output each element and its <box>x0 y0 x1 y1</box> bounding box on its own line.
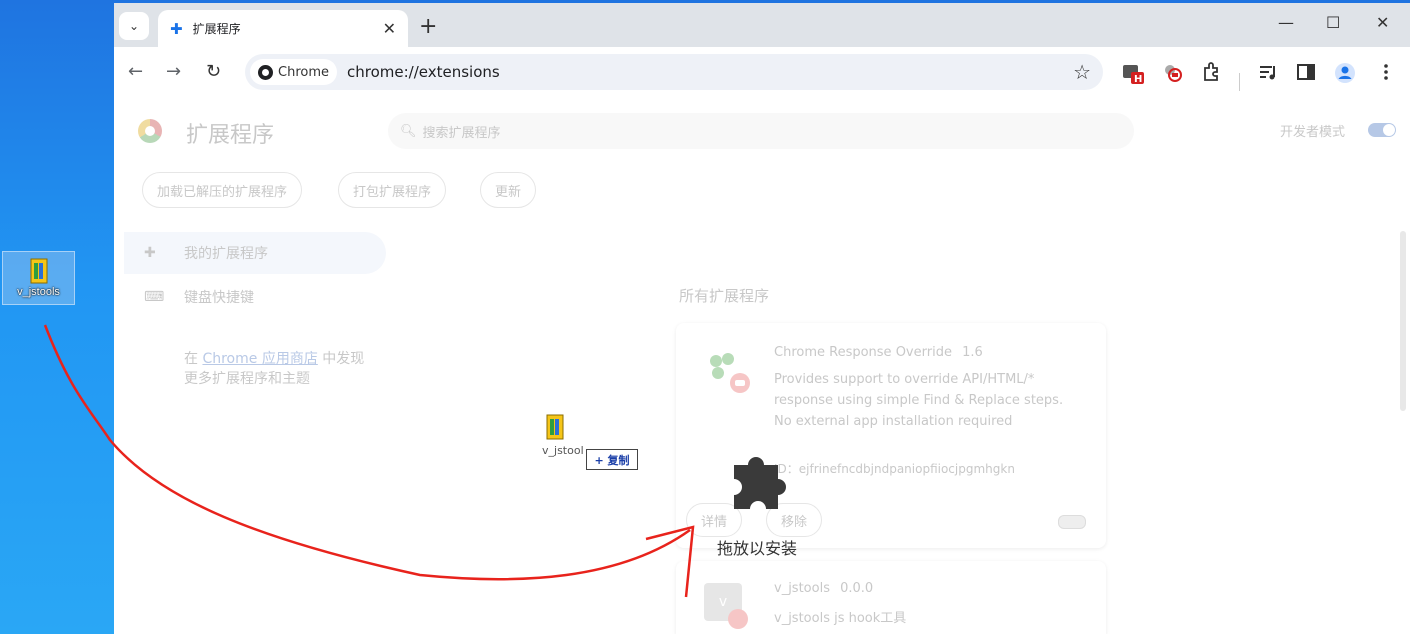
extension-override-icon[interactable] <box>1162 62 1182 82</box>
profile-icon[interactable] <box>1334 62 1355 83</box>
extension-description: Provides support to override API/HTML/* … <box>774 372 1064 429</box>
chrome-logo-icon <box>258 64 273 80</box>
search-icon: 🔍︎ <box>400 123 417 139</box>
extension-search-input[interactable]: 🔍︎ 搜索扩展程序 <box>388 113 1134 149</box>
forward-button[interactable]: → <box>166 61 181 82</box>
site-chip-label: Chrome <box>278 64 329 80</box>
site-info-chip[interactable]: Chrome <box>250 59 337 85</box>
pack-extension-button[interactable]: 打包扩展程序 <box>338 172 447 208</box>
search-placeholder: 搜索扩展程序 <box>422 125 501 141</box>
extension-description: v_jstools js hook工具 <box>774 611 907 626</box>
tab-title: 扩展程序 <box>192 22 241 36</box>
maximize-button[interactable]: ☐ <box>1326 13 1340 32</box>
extension-card: v v_jstools 0.0.0 v_jstools js hook工具 <box>676 561 1106 634</box>
menu-icon[interactable] <box>1376 62 1396 82</box>
folder-icon <box>546 414 564 440</box>
back-button[interactable]: ← <box>128 61 143 82</box>
puzzle-icon: ✚ <box>170 19 183 38</box>
omnibox[interactable]: Chrome chrome://extensions ☆ <box>245 54 1103 90</box>
desktop-icon-label: v_jstools <box>17 286 60 298</box>
sidebar-item-shortcuts[interactable]: ⌨ 键盘快捷键 <box>124 276 386 318</box>
puzzle-icon: ✚ <box>144 245 156 261</box>
new-tab-button[interactable]: + <box>419 14 437 39</box>
tab-extensions[interactable]: ✚ 扩展程序 ✕ <box>158 10 408 47</box>
chrome-logo-icon <box>138 119 162 143</box>
toolbar-divider <box>1239 73 1240 91</box>
drag-ghost: v_jstool <box>542 413 584 457</box>
drop-to-install-label: 拖放以安装 <box>717 539 798 558</box>
extensions-puzzle-icon[interactable] <box>1202 62 1222 82</box>
drag-ghost-label: v_jstool <box>542 444 584 457</box>
extension-id: ID：ejfrinefncdbjndpaniopfiiocjpgmhgkn <box>774 462 1015 476</box>
url-text[interactable]: chrome://extensions <box>347 63 500 81</box>
badge-icon <box>728 609 748 629</box>
load-unpacked-button[interactable]: 加载已解压的扩展程序 <box>142 172 303 208</box>
extension-version: 1.6 <box>962 345 983 360</box>
extension-enable-toggle[interactable] <box>1058 515 1086 529</box>
store-prefix: 在 <box>184 351 203 367</box>
update-button[interactable]: 更新 <box>480 172 537 208</box>
sidebar-item-my-extensions[interactable]: ✚ 我的扩展程序 <box>124 232 386 274</box>
desktop-icon-v-jstools[interactable]: v_jstools <box>2 251 75 305</box>
extension-logo-icon <box>704 349 750 393</box>
tab-search-button[interactable]: ⌄ <box>119 12 149 40</box>
close-window-button[interactable]: ✕ <box>1376 13 1389 32</box>
media-control-icon[interactable] <box>1258 62 1278 82</box>
bookmark-star-icon[interactable]: ☆ <box>1073 60 1091 84</box>
drop-puzzle-icon <box>728 449 794 526</box>
copy-badge: + 复制 <box>586 449 638 470</box>
store-line2: 更多扩展程序和主题 <box>184 371 310 387</box>
page-title: 扩展程序 <box>186 123 275 148</box>
extension-version: 0.0.0 <box>840 581 874 596</box>
sidebar-item-label: 键盘快捷键 <box>184 290 254 306</box>
tab-close-icon[interactable]: ✕ <box>383 19 396 38</box>
store-promo: 在 Chrome 应用商店 中发现 更多扩展程序和主题 <box>184 349 364 389</box>
sidebar-item-label: 我的扩展程序 <box>184 246 268 262</box>
reload-button[interactable]: ↻ <box>206 61 221 82</box>
store-suffix: 中发现 <box>317 351 365 367</box>
tab-strip: ⌄ ✚ 扩展程序 ✕ + — ☐ ✕ <box>114 3 1410 47</box>
extension-name-row: v_jstools 0.0.0 <box>774 581 873 596</box>
web-store-link[interactable]: Chrome 应用商店 <box>202 351 317 367</box>
toolbar: ← → ↻ Chrome chrome://extensions ☆ H <box>114 47 1410 99</box>
extension-h-icon[interactable]: H <box>1122 62 1144 85</box>
folder-icon <box>28 257 50 285</box>
extension-name: Chrome Response Override <box>774 345 952 360</box>
chrome-window: ⌄ ✚ 扩展程序 ✕ + — ☐ ✕ ← → ↻ Chrome chrome:/… <box>114 3 1410 634</box>
keyboard-icon: ⌨ <box>144 289 165 305</box>
side-panel-icon[interactable] <box>1296 62 1316 82</box>
chevron-down-icon: ⌄ <box>128 19 140 33</box>
extension-name-row: Chrome Response Override 1.6 <box>774 345 983 360</box>
section-title: 所有扩展程序 <box>679 287 770 305</box>
dev-mode-label: 开发者模式 <box>1280 125 1346 140</box>
svg-text:H: H <box>1134 74 1142 85</box>
minimize-button[interactable]: — <box>1278 13 1294 32</box>
dev-mode-toggle[interactable] <box>1368 123 1396 137</box>
scrollbar[interactable] <box>1400 231 1406 411</box>
extension-name: v_jstools <box>774 581 830 596</box>
